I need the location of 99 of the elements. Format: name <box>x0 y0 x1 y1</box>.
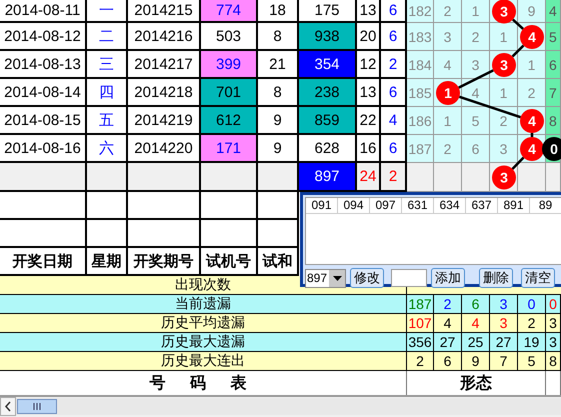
number-cell: 859 <box>299 107 357 135</box>
miss-cell: 186 <box>407 107 434 135</box>
pattern-cell: 1 <box>462 0 490 23</box>
number-cell: 938 <box>299 23 357 51</box>
pattern-cell: 4 <box>434 51 462 79</box>
number-list[interactable]: 091 094 097 631 634 637 891 89 <box>305 197 561 265</box>
pattern-cell: 4 <box>546 0 561 23</box>
test-number-cell: 701 <box>201 79 258 107</box>
pattern-cell: 1 <box>490 23 518 51</box>
pattern-cell: 5 <box>462 107 490 135</box>
stats-value: 6 <box>462 295 490 313</box>
number-ball: 4 <box>520 25 544 49</box>
pattern-cell: 2 <box>490 107 518 135</box>
number-cell: 354 <box>299 51 357 79</box>
grip-icon <box>33 403 41 410</box>
stats-value: 187 <box>407 295 434 313</box>
pattern-cell: 3 <box>434 23 462 51</box>
horizontal-scrollbar[interactable] <box>0 398 561 415</box>
pattern-cell: 1 <box>490 79 518 107</box>
list-column-header: 891 <box>498 198 530 214</box>
list-column-header: 094 <box>338 198 370 214</box>
stats-value: 3 <box>546 314 561 332</box>
stats-value: 4 <box>462 314 490 332</box>
pattern-cell: 3 <box>462 51 490 79</box>
number-ball: 3 <box>492 166 516 190</box>
test-number-cell: 399 <box>201 51 258 79</box>
connector-line <box>512 44 524 58</box>
test-number-cell: 612 <box>201 107 258 135</box>
test-number-cell: 171 <box>201 135 258 163</box>
stats-value: 19 <box>518 333 546 351</box>
pattern-cell: 2 <box>434 135 462 163</box>
miss-cell: 185 <box>407 79 434 107</box>
stats-value: 25 <box>462 333 490 351</box>
list-column-header: 097 <box>370 198 402 214</box>
action-button[interactable]: 修改 <box>350 268 384 288</box>
pattern-cell: 1 <box>434 107 462 135</box>
number-cell: 897 <box>299 163 357 192</box>
scroll-thumb[interactable] <box>17 399 57 414</box>
stats-value: 7 <box>490 352 518 370</box>
pattern-cell: 9 <box>518 0 546 23</box>
number-ball: 4 <box>520 109 544 133</box>
stats-label: 历史最大遗漏 <box>161 333 245 351</box>
connector-line <box>512 18 524 30</box>
stats-value: 3 <box>490 295 518 313</box>
input-field[interactable] <box>391 269 427 287</box>
pattern-cell: 3 <box>490 135 518 163</box>
pattern-cell: 1 <box>518 51 546 79</box>
miss-cell: 183 <box>407 23 434 51</box>
list-column-header: 89 <box>530 198 561 214</box>
connector-line <box>512 156 524 170</box>
stats-label: 出现次数 <box>175 276 231 294</box>
pattern-cell: 2 <box>518 79 546 107</box>
stats-label: 历史平均遗漏 <box>161 314 245 332</box>
connector-line <box>458 69 494 89</box>
stats-value: 27 <box>434 333 462 351</box>
pattern-title: 形态 <box>460 373 492 394</box>
stats-value: 6 <box>434 352 462 370</box>
list-column-header: 631 <box>402 198 434 214</box>
number-ball: 4 <box>520 137 544 161</box>
stats-value: 27 <box>490 333 518 351</box>
connector-line <box>530 133 534 137</box>
stats-value: 9 <box>462 352 490 370</box>
stats-value: 8 <box>546 352 561 370</box>
stats-value: 0 <box>518 295 546 313</box>
list-column-header: 091 <box>306 198 338 214</box>
stats-value: 2 <box>434 295 462 313</box>
action-button[interactable]: 删除 <box>479 268 513 288</box>
stats-value: 356 <box>407 333 434 351</box>
miss-cell: 184 <box>407 51 434 79</box>
number-ball: 3 <box>492 53 516 77</box>
pattern-cell: 6 <box>546 51 561 79</box>
pattern-cell: 2 <box>434 0 462 23</box>
action-button[interactable]: 添加 <box>431 268 465 288</box>
stats-value: 2 <box>407 352 434 370</box>
stats-value: 107 <box>407 314 434 332</box>
stats-value: 3 <box>546 333 561 351</box>
stats-value: 5 <box>518 352 546 370</box>
list-column-header: 637 <box>466 198 498 214</box>
stats-label: 历史最大连出 <box>161 352 245 370</box>
stats-label: 当前遗漏 <box>175 295 231 313</box>
pattern-cell: 6 <box>462 135 490 163</box>
miss-cell: 182 <box>407 0 434 23</box>
pattern-cell: 2 <box>462 23 490 51</box>
test-number-cell: 774 <box>201 0 258 23</box>
stats-value: 0 <box>546 295 561 313</box>
number-dropdown[interactable]: 897 <box>305 268 346 288</box>
stats-value: 2 <box>518 314 546 332</box>
stats-value: 3 <box>490 314 518 332</box>
number-cell: 238 <box>299 79 357 107</box>
action-button[interactable]: 清空 <box>521 268 555 288</box>
pattern-cell: 8 <box>546 107 561 135</box>
scroll-left-icon[interactable] <box>0 397 16 416</box>
table-title: 号 码 表 <box>150 374 256 394</box>
number-ball: 1 <box>436 81 460 105</box>
list-column-header: 634 <box>434 198 466 214</box>
miss-cell: 187 <box>407 135 434 163</box>
pattern-cell: 7 <box>546 79 561 107</box>
stats-value: 4 <box>434 314 462 332</box>
pattern-cell: 5 <box>546 23 561 51</box>
